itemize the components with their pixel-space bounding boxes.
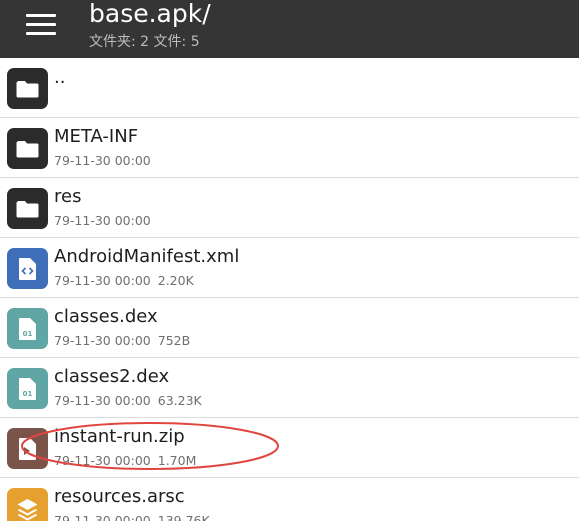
file-row[interactable]: resources.arsc 79-11-30 00:00 139.76K <box>0 478 579 521</box>
file-name: classes2.dex <box>54 366 170 387</box>
file-row[interactable]: .. <box>0 58 579 118</box>
file-meta: 79-11-30 00:00 1.70M <box>54 453 196 469</box>
binary-file-icon: 01 <box>7 368 48 409</box>
file-size: 1.70M <box>157 453 197 468</box>
folder-icon <box>7 68 48 109</box>
file-date: 79-11-30 00:00 <box>54 453 151 468</box>
file-row[interactable]: res 79-11-30 00:00 <box>0 178 579 238</box>
folder-icon <box>7 188 48 229</box>
file-row[interactable]: instant-run.zip 79-11-30 00:00 1.70M <box>0 418 579 478</box>
file-size: 63.23K <box>157 393 202 408</box>
top-app-bar: base.apk/ 文件夹: 2 文件: 5 <box>0 0 579 58</box>
file-name: .. <box>54 67 66 88</box>
file-date: 79-11-30 00:00 <box>54 333 151 348</box>
file-meta: 79-11-30 00:00 <box>54 153 151 169</box>
file-meta: 79-11-30 00:00 63.23K <box>54 393 202 409</box>
file-row[interactable]: AndroidManifest.xml 79-11-30 00:00 2.20K <box>0 238 579 298</box>
file-list: .. META-INF 79-11-30 00:00 res 79-11-30 00:0… <box>0 58 579 521</box>
file-name: resources.arsc <box>54 486 185 507</box>
file-meta: 79-11-30 00:00 <box>54 213 151 229</box>
file-meta: 79-11-30 00:00 2.20K <box>54 273 194 289</box>
folder-icon <box>7 128 48 169</box>
file-date: 79-11-30 00:00 <box>54 273 151 288</box>
svg-text:01: 01 <box>23 390 33 398</box>
file-name: AndroidManifest.xml <box>54 246 240 267</box>
file-browser: base.apk/ 文件夹: 2 文件: 5 .. META-INF 79-11-3… <box>0 0 579 521</box>
menu-icon[interactable] <box>26 14 56 36</box>
xml-file-icon <box>7 248 48 289</box>
page-title: base.apk/ <box>89 0 211 28</box>
file-name: instant-run.zip <box>54 426 185 447</box>
file-row[interactable]: META-INF 79-11-30 00:00 <box>0 118 579 178</box>
file-meta: 79-11-30 00:00 752B <box>54 333 190 349</box>
file-size: 2.20K <box>157 273 194 288</box>
layers-icon <box>7 488 48 521</box>
file-name: res <box>54 186 82 207</box>
file-date: 79-11-30 00:00 <box>54 153 151 168</box>
file-name: META-INF <box>54 126 139 147</box>
svg-text:01: 01 <box>23 330 33 338</box>
file-row[interactable]: 01 classes2.dex 79-11-30 00:00 63.23K <box>0 358 579 418</box>
file-size: 139.76K <box>157 513 210 521</box>
file-date: 79-11-30 00:00 <box>54 513 151 521</box>
file-row[interactable]: 01 classes.dex 79-11-30 00:00 752B <box>0 298 579 358</box>
file-size: 752B <box>157 333 191 348</box>
binary-file-icon: 01 <box>7 308 48 349</box>
folder-file-count: 文件夹: 2 文件: 5 <box>89 34 200 50</box>
file-date: 79-11-30 00:00 <box>54 393 151 408</box>
archive-icon <box>7 428 48 469</box>
file-meta: 79-11-30 00:00 139.76K <box>54 513 210 521</box>
file-name: classes.dex <box>54 306 158 327</box>
file-date: 79-11-30 00:00 <box>54 213 151 228</box>
